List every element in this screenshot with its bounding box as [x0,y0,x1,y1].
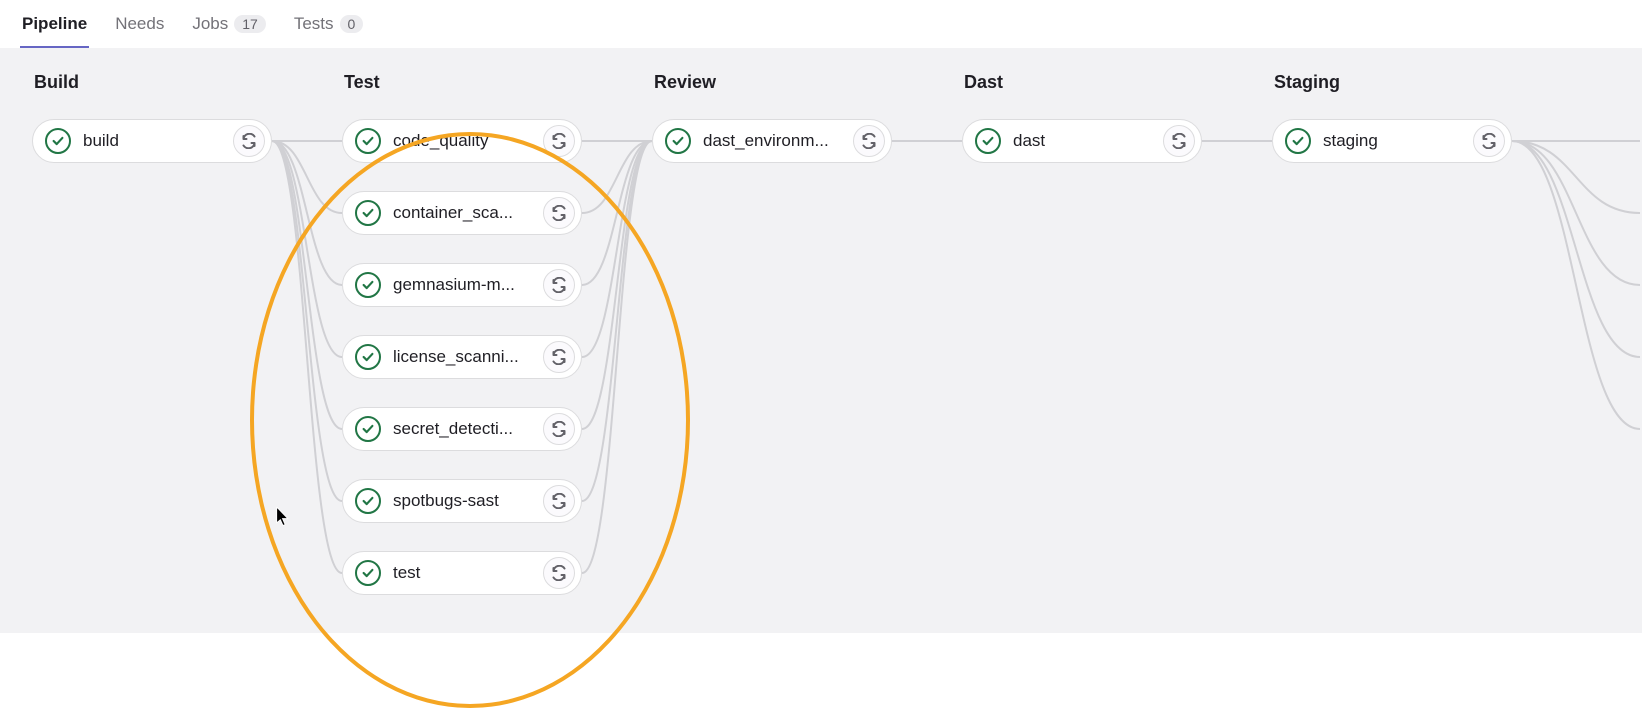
jobs-list: staging [1272,119,1512,163]
pipeline-area: Build build Test code_quality container_sca.… [0,48,1642,633]
job-pill[interactable]: code_quality [342,119,582,163]
status-passed-icon [355,200,381,226]
tab-bar: Pipeline Needs Jobs 17 Tests 0 [0,0,1642,48]
job-pill[interactable]: spotbugs-sast [342,479,582,523]
job-pill[interactable]: license_scanni... [342,335,582,379]
status-passed-icon [355,488,381,514]
stage-test: Test code_quality container_sca... gemnasiu… [342,72,582,595]
stage-title: Staging [1272,72,1512,93]
retry-button[interactable] [543,413,575,445]
retry-button[interactable] [543,485,575,517]
job-pill[interactable]: dast_environm... [652,119,892,163]
status-passed-icon [1285,128,1311,154]
stage-title: Test [342,72,582,93]
jobs-list: dast [962,119,1202,163]
status-passed-icon [45,128,71,154]
status-passed-icon [975,128,1001,154]
tab-badge: 17 [234,15,266,33]
status-passed-icon [355,128,381,154]
job-pill[interactable]: gemnasium-m... [342,263,582,307]
retry-button[interactable] [543,125,575,157]
tab-label: Tests [294,14,334,34]
job-name: container_sca... [393,203,543,223]
jobs-list: dast_environm... [652,119,892,163]
stage-title: Review [652,72,892,93]
stage-title: Build [32,72,272,93]
tab-label: Needs [115,14,164,34]
tab-pipeline[interactable]: Pipeline [20,0,89,47]
job-pill[interactable]: secret_detecti... [342,407,582,451]
tab-label: Pipeline [22,14,87,34]
jobs-list: build [32,119,272,163]
job-pill[interactable]: dast [962,119,1202,163]
job-name: secret_detecti... [393,419,543,439]
retry-button[interactable] [1473,125,1505,157]
stage-review: Review dast_environm... [652,72,892,595]
retry-button[interactable] [543,557,575,589]
job-pill[interactable]: container_sca... [342,191,582,235]
job-name: dast [1013,131,1163,151]
job-name: test [393,563,543,583]
status-passed-icon [355,416,381,442]
retry-button[interactable] [543,269,575,301]
stage-title: Dast [962,72,1202,93]
tab-jobs[interactable]: Jobs 17 [190,0,268,47]
tab-needs[interactable]: Needs [113,0,166,47]
stage-staging: Staging staging [1272,72,1512,595]
job-pill[interactable]: test [342,551,582,595]
retry-button[interactable] [543,341,575,373]
job-name: license_scanni... [393,347,543,367]
job-name: gemnasium-m... [393,275,543,295]
status-passed-icon [355,344,381,370]
stage-build: Build build [32,72,272,595]
job-name: code_quality [393,131,543,151]
retry-button[interactable] [853,125,885,157]
status-passed-icon [665,128,691,154]
retry-button[interactable] [1163,125,1195,157]
retry-button[interactable] [543,197,575,229]
job-pill[interactable]: staging [1272,119,1512,163]
tab-tests[interactable]: Tests 0 [292,0,365,47]
job-pill[interactable]: build [32,119,272,163]
stage-dast: Dast dast [962,72,1202,595]
tab-badge: 0 [340,15,364,33]
stages-container: Build build Test code_quality container_sca.… [32,72,1614,595]
job-name: spotbugs-sast [393,491,543,511]
tab-label: Jobs [192,14,228,34]
status-passed-icon [355,272,381,298]
job-name: staging [1323,131,1473,151]
status-passed-icon [355,560,381,586]
jobs-list: code_quality container_sca... gemnasium-m.… [342,119,582,595]
job-name: build [83,131,233,151]
job-name: dast_environm... [703,131,853,151]
retry-button[interactable] [233,125,265,157]
